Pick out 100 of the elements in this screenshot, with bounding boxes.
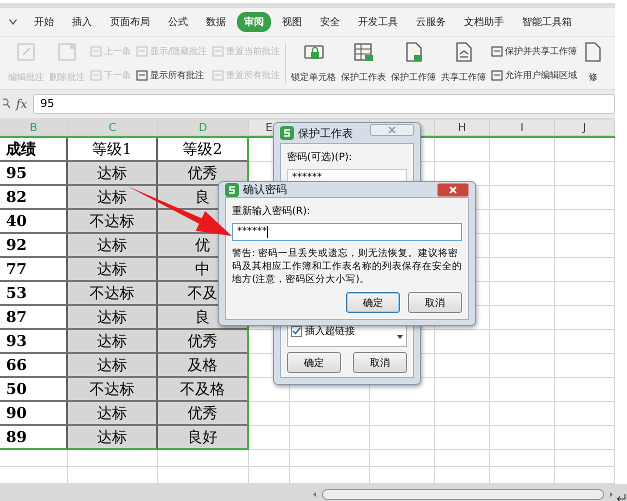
empty-cell [490,378,555,402]
menu-tab[interactable]: 安全 [313,12,347,32]
ribbon-button[interactable]: 锁定单元格 [291,37,336,89]
close-icon[interactable] [370,124,414,136]
dialog-button[interactable]: 确定 [346,292,400,313]
menu-tab[interactable]: 智能工具箱 [515,12,579,32]
dialog-button[interactable]: 确定 [287,352,341,373]
table-cell: 不达标 [68,210,158,234]
empty-cell [555,234,615,258]
ribbon-button[interactable]: 共享工作簿 [441,37,486,89]
table-cell: 达标 [68,354,158,378]
ribbon-button[interactable]: 显示所有批注 [136,68,208,82]
empty-cell [555,138,615,162]
table-cell: 达标 [68,234,158,258]
empty-cell [555,450,615,467]
empty-cell [555,426,615,450]
table-cell: 达标 [68,330,158,354]
table-cell: 不及格 [158,378,249,402]
empty-cell [490,282,555,306]
menu-tab[interactable]: 开发工具 [351,12,405,32]
empty-cell [370,450,435,467]
ribbon-button[interactable]: 保护并共享工作簿 [491,44,578,58]
list-item: 插入超链接 [305,325,355,338]
comment-icon [212,68,224,82]
comment-icon [136,44,148,58]
comment-icon [491,68,504,82]
ribbon-button[interactable]: 保护工作簿 [391,37,436,89]
empty-cell [555,354,615,378]
dialog-button[interactable]: 取消 [408,292,462,313]
formula-input[interactable]: 95 [33,94,615,114]
close-icon[interactable] [437,183,469,197]
empty-cell [490,258,555,282]
scroll-right-icon[interactable] [610,492,613,496]
empty-cell [555,258,615,282]
menu-tab[interactable]: 插入 [65,12,99,32]
ribbon-button[interactable]: 允许用户编辑区域 [491,68,578,82]
table-cell: 良好 [158,426,249,450]
empty-cell [490,186,555,210]
field-label: 密码(可选)(P): [287,150,354,164]
menu-tab[interactable]: 公式 [161,12,195,32]
table-cell: 达标 [68,426,158,450]
table-cell: 不达标 [68,378,158,402]
empty-cell [249,450,290,467]
empty-cell [490,210,555,234]
note-edit-icon [15,42,37,62]
table-cell: 优秀 [158,162,249,186]
table-cell: 达标 [68,162,158,186]
ribbon-button[interactable]: 修 [582,37,604,89]
menu-tab[interactable]: 数据 [199,12,233,32]
scroll-left-icon[interactable] [313,492,316,496]
scroll-down-icon[interactable] [397,335,403,339]
dropdown-icon[interactable] [9,19,17,25]
table-cell: 达标 [68,402,158,426]
empty-cell [555,210,615,234]
table-cell: 不达标 [68,282,158,306]
empty-cell [490,354,555,378]
dialog-button[interactable]: 取消 [353,352,407,373]
table-cell: 等级1 [68,138,158,162]
empty-cell [435,138,490,162]
password-field[interactable]: ****** [232,223,462,241]
empty-cell [0,450,68,467]
column-header[interactable]: J [555,120,615,136]
menu-tab[interactable]: 视图 [275,12,309,32]
comment-icon [491,44,504,58]
menu-tab[interactable]: 文档助手 [457,12,511,32]
comment-icon [136,68,148,82]
empty-cell [555,306,615,330]
return-icon [616,494,626,501]
table-cell: 达标 [68,186,158,210]
empty-cell [490,426,555,450]
comment-icon [90,44,102,58]
comment-icon [212,44,224,58]
empty-cell [435,378,490,402]
empty-cell [435,426,490,450]
ribbon-button[interactable]: 保护工作表 [341,37,386,89]
empty-cell [555,378,615,402]
app-logo-icon [280,126,294,140]
empty-cell [435,402,490,426]
checkbox[interactable] [291,326,302,336]
menu-tab[interactable]: 页面布局 [103,12,157,32]
empty-cell [435,330,490,354]
table-cell: 达标 [68,306,158,330]
empty-cell [490,450,555,467]
column-header[interactable]: H [435,120,490,136]
empty-cell [555,402,615,426]
empty-cell [490,402,555,426]
empty-cell [555,330,615,354]
zoom-icon[interactable] [3,98,10,110]
table-cell: 优秀 [158,402,249,426]
table-cell: 及格 [158,354,249,378]
menu-tab[interactable]: 开始 [27,12,61,32]
empty-cell [435,450,490,467]
menu-tab[interactable]: 云服务 [409,12,453,32]
dialog-title: 保护工作表 [298,126,353,140]
empty-cell [490,330,555,354]
table-cell: 成绩 [0,138,68,162]
empty-cell [555,282,615,306]
horizontal-scrollbar[interactable] [313,488,613,500]
column-header[interactable]: I [490,120,555,136]
check-icon [292,327,301,335]
